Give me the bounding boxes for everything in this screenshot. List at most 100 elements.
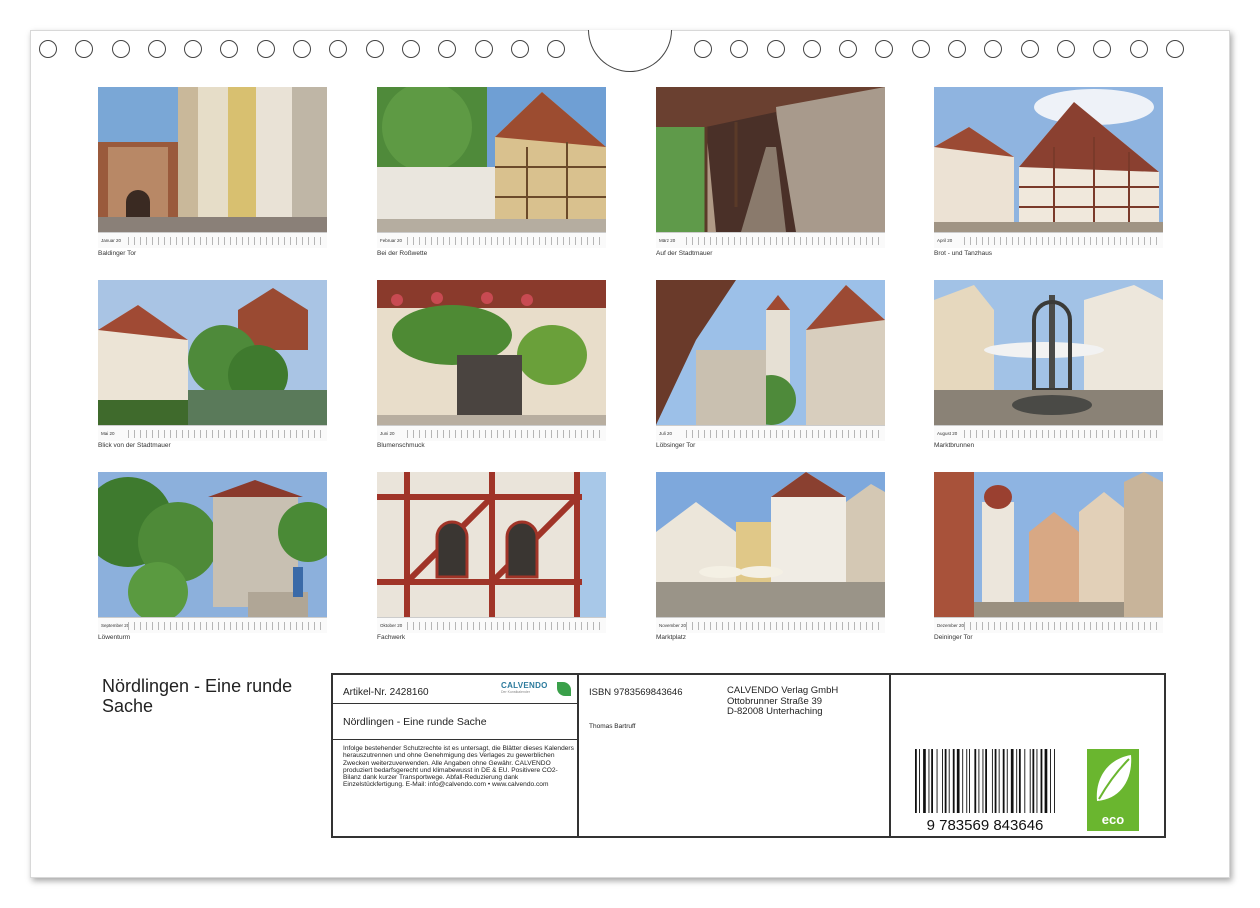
month-strip: September 20 [98, 617, 327, 633]
month-name: Juni 20 [380, 431, 395, 436]
author: Thomas Bartruff [589, 723, 636, 730]
barcode-bar [966, 749, 968, 813]
day-grid [407, 621, 603, 630]
barcode-column: 9 783569 843646 eco [893, 675, 1164, 836]
barcode-bar [982, 749, 984, 813]
calvendo-leaf-icon [557, 682, 571, 696]
barcode-bar [1036, 749, 1038, 813]
product-info-box: Artikel-Nr. 2428160 CALVENDO Der Kunstka… [331, 673, 1166, 838]
binding-hole [147, 40, 166, 58]
photo-february: Februar 20 [377, 87, 606, 248]
month-strip: April 20 [934, 232, 1163, 248]
day-grid [686, 236, 882, 245]
day-grid [964, 429, 1160, 438]
barcode: 9 783569 843646 [915, 749, 1055, 833]
barcode-bar [1050, 749, 1051, 813]
month-name: November 20 [659, 623, 686, 628]
barcode-bar [969, 749, 970, 813]
photo-fachwerk [377, 472, 606, 617]
month-strip: Juli 20 [656, 425, 885, 441]
photo-caption: Löwenturm [98, 634, 131, 641]
photo-caption: Brot - und Tanzhaus [934, 250, 993, 257]
barcode-bar [948, 749, 950, 813]
binding-hole [984, 40, 1003, 58]
barcode-bar [931, 749, 933, 813]
month-name: März 20 [659, 238, 676, 243]
photo-november: November 20 [656, 472, 885, 633]
month-strip: August 20 [934, 425, 1163, 441]
barcode-bar [952, 749, 955, 813]
binding-hole [911, 40, 930, 58]
month-name: April 20 [937, 238, 953, 243]
photo-caption: Baldinger Tor [98, 250, 137, 257]
article-number: Artikel-Nr. 2428160 [343, 687, 429, 698]
photo-deininger-tor [934, 472, 1163, 617]
binding-hole [438, 40, 457, 58]
leaf-icon [1096, 755, 1132, 801]
binding-hole [1093, 40, 1112, 58]
publisher-address: CALVENDO Verlag GmbH Ottobrunner Straße … [727, 685, 838, 718]
binding-hole [111, 40, 130, 58]
month-strip: Dezember 20 [934, 617, 1163, 633]
photo-caption: Blumenschmuck [377, 442, 425, 449]
article-row: Artikel-Nr. 2428160 CALVENDO Der Kunstka… [333, 675, 577, 704]
photo-september: September 20 [98, 472, 327, 633]
barcode-bar [1016, 749, 1018, 813]
barcode-bar [1006, 749, 1008, 813]
barcode-bar [915, 749, 917, 813]
photo-stadtmauer [656, 87, 885, 232]
day-grid [964, 621, 1160, 630]
barcode-bar [944, 749, 947, 813]
binding-hole [293, 40, 312, 58]
barcode-bar [1032, 749, 1035, 813]
barcode-bar [1018, 749, 1021, 813]
barcode-bar [962, 749, 964, 813]
barcode-bar [942, 749, 943, 813]
photo-caption: Bei der Roßwette [377, 250, 428, 257]
binding-hole [39, 40, 57, 58]
photo-caption: Fachwerk [377, 634, 406, 641]
barcode-bar [919, 749, 920, 813]
binding-holes-right [694, 40, 1184, 58]
barcode-digits: 9 783569 843646 [927, 817, 1044, 833]
publisher-column: ISBN 9783569843646 Thomas Bartruff CALVE… [581, 675, 891, 836]
photo-marktplatz [656, 472, 885, 617]
photo-brot-und-tanzhaus [934, 87, 1163, 232]
day-grid [407, 429, 603, 438]
binding-hole [547, 40, 566, 58]
photo-caption: Marktbrunnen [934, 442, 975, 449]
article-column: Artikel-Nr. 2428160 CALVENDO Der Kunstka… [333, 675, 579, 836]
day-grid [964, 236, 1160, 245]
binding-hole [474, 40, 493, 58]
barcode-bar [1010, 749, 1014, 813]
barcode-bar [974, 749, 977, 813]
binding-hole [1056, 40, 1075, 58]
barcode-bar [998, 749, 1000, 813]
eco-logo: eco [1087, 749, 1139, 831]
barcode-bar [991, 749, 993, 813]
photo-blumenschmuck [377, 280, 606, 425]
month-strip: Januar 20 [98, 232, 327, 248]
photo-caption: Auf der Stadtmauer [656, 250, 713, 257]
binding-hole [510, 40, 529, 58]
photo-june: Juni 20 [377, 280, 606, 441]
month-name: Februar 20 [380, 238, 403, 243]
day-grid [128, 621, 324, 630]
photo-loewenturm [98, 472, 327, 617]
month-strip: Februar 20 [377, 232, 606, 248]
barcode-bar [923, 749, 926, 813]
barcode-bar [936, 749, 938, 813]
barcode-bar [1044, 749, 1048, 813]
calendar-title: Nördlingen - Eine runde Sache [102, 676, 293, 716]
binding-hole [256, 40, 275, 58]
month-name: Dezember 20 [937, 623, 964, 628]
barcode-bar [1002, 749, 1005, 813]
photo-may: Mai 20 [98, 280, 327, 441]
photo-january: Januar 20 [98, 87, 327, 248]
binding-hole [1129, 40, 1148, 58]
barcode-bar [1054, 749, 1055, 813]
month-name: Januar 20 [101, 238, 122, 243]
month-name: Oktober 20 [380, 623, 403, 628]
month-strip: Juni 20 [377, 425, 606, 441]
binding-hole [329, 40, 348, 58]
